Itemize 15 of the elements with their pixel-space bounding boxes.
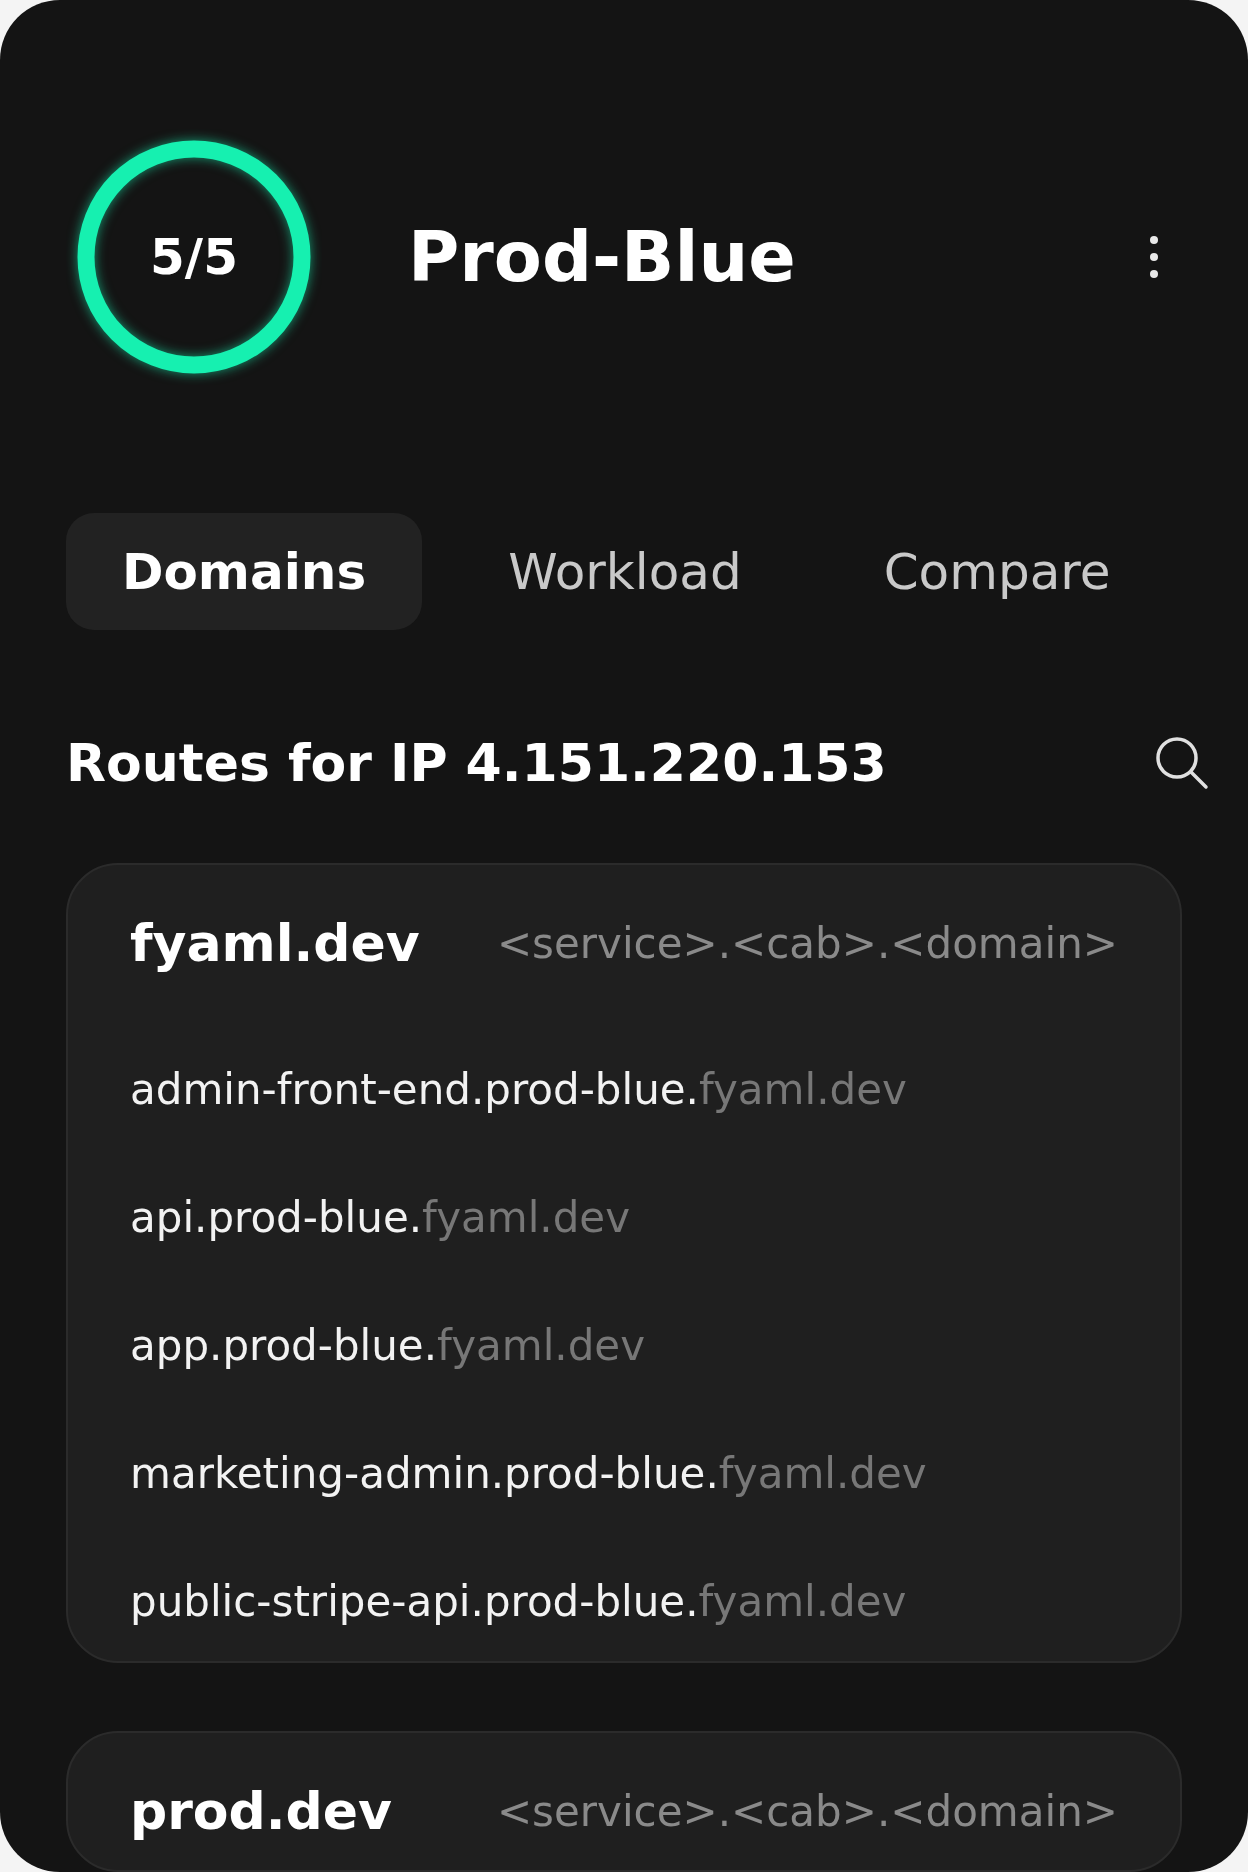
route-hostname: admin-front-end.prod-blue.fyaml.dev	[130, 1064, 908, 1116]
score-text: 5/5	[150, 228, 238, 286]
tab[interactable]: Workload	[452, 513, 798, 631]
environment-title: Prod-Blue	[408, 216, 797, 298]
route-hostname: public-stripe-api.prod-blue.fyaml.dev	[130, 1576, 908, 1628]
section-title: Routes for IP 4.151.220.153	[66, 732, 887, 793]
domain-name: prod.dev	[130, 1781, 392, 1841]
tab[interactable]: Compare	[827, 513, 1167, 631]
tab[interactable]: Domains	[66, 513, 423, 631]
route-hostname: marketing-admin.prod-blue.fyaml.dev	[130, 1448, 928, 1500]
domain-name: fyaml.dev	[130, 913, 420, 973]
route-hostname: api.prod-blue.fyaml.dev	[130, 1192, 631, 1244]
domain-pattern: <service>.<cab>.<domain>	[496, 918, 1118, 968]
domain-pattern: <service>.<cab>.<domain>	[496, 1786, 1118, 1836]
route-hostname: app.prod-blue.fyaml.dev	[130, 1320, 646, 1372]
